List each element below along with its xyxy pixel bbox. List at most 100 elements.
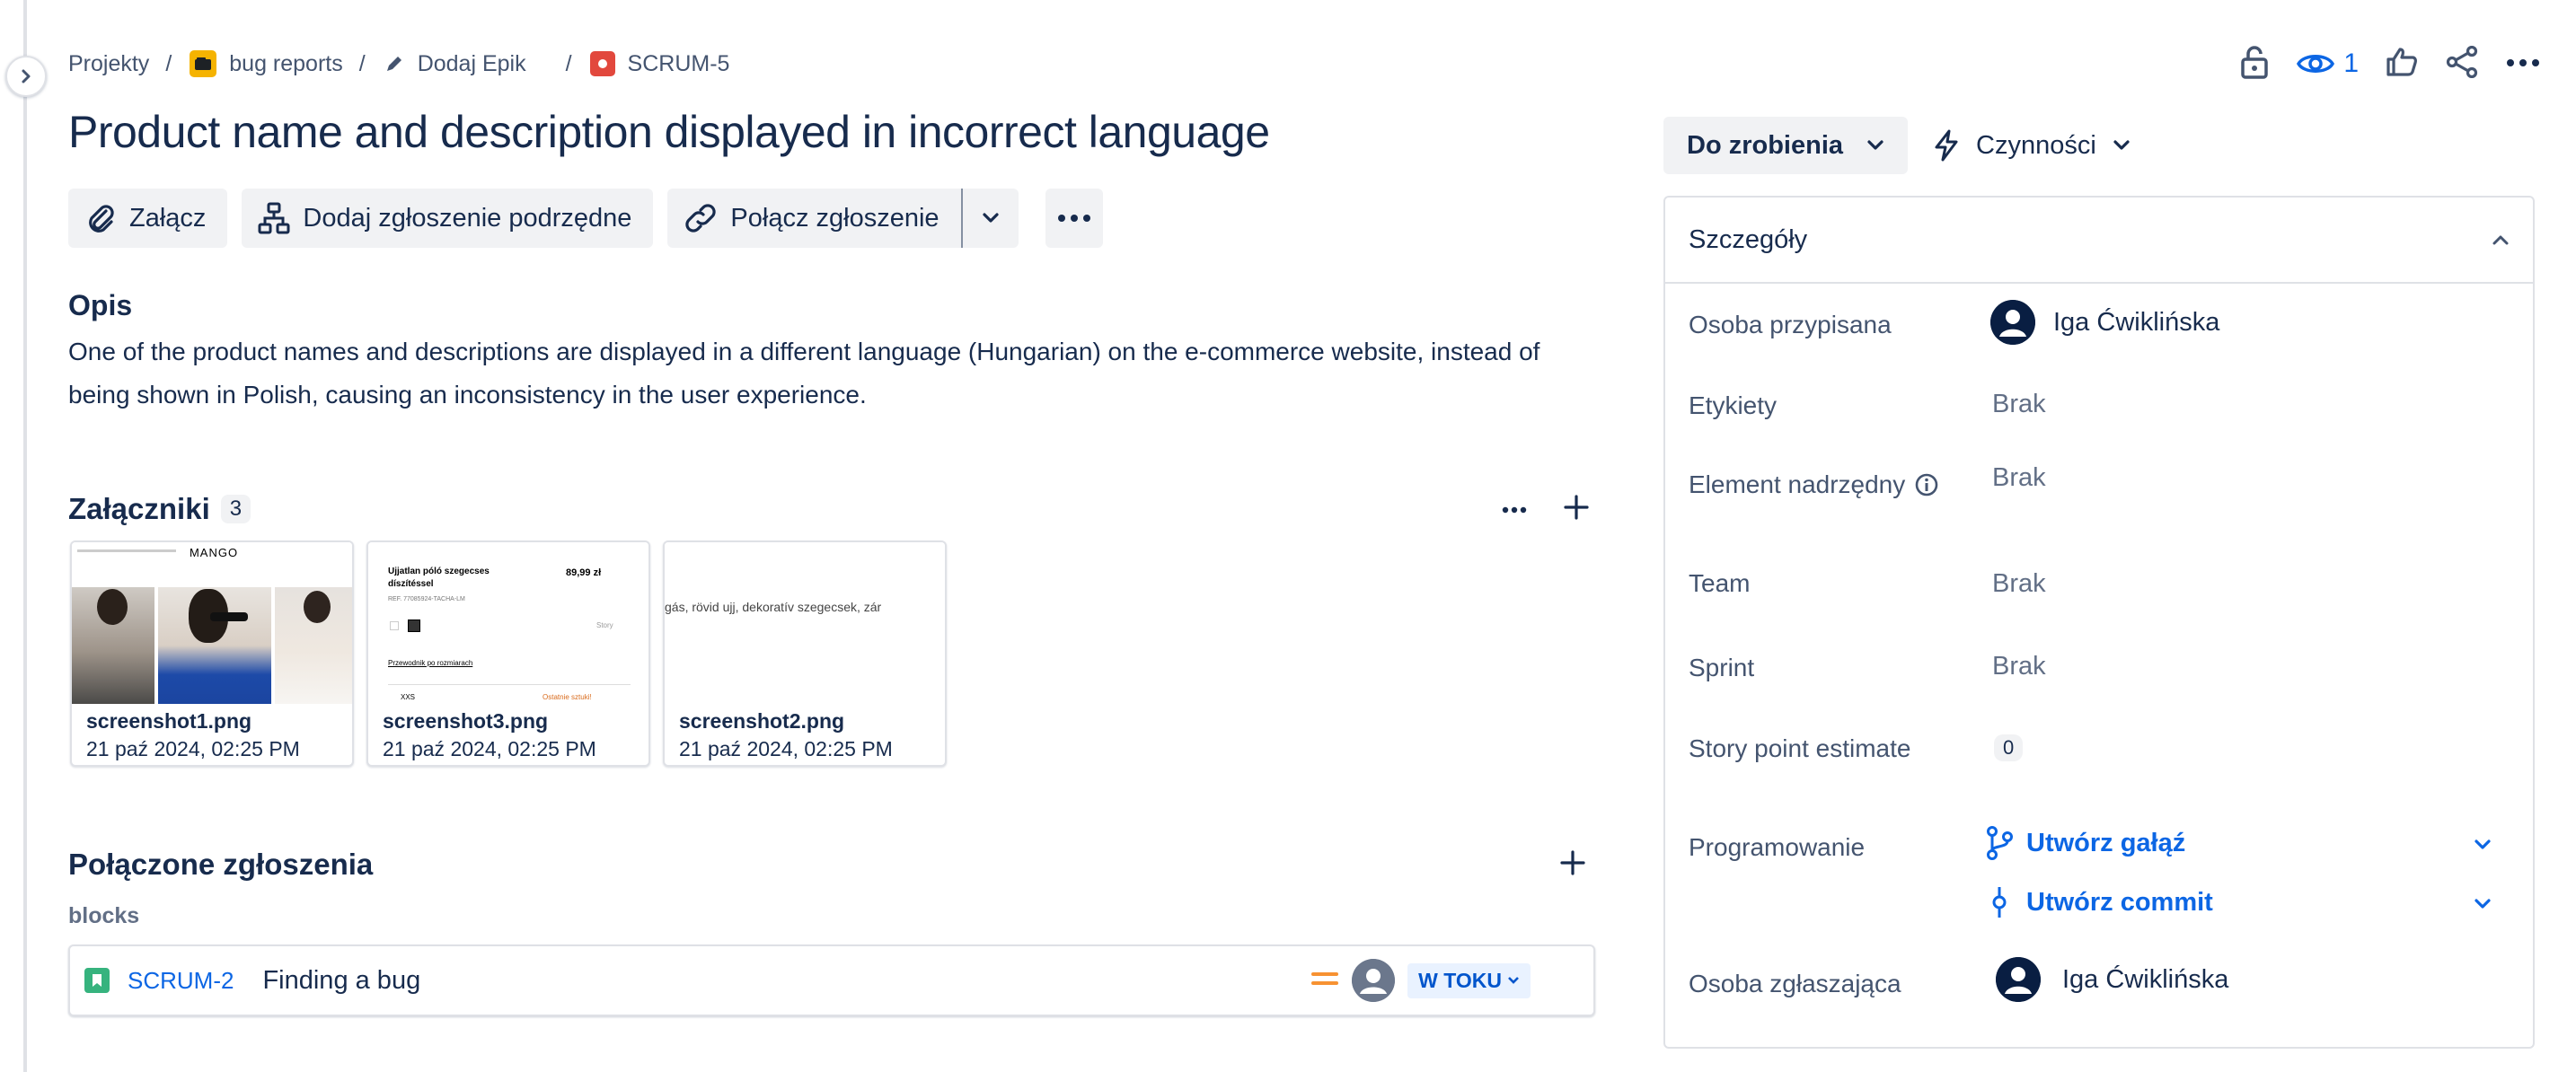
- story-icon: [84, 968, 110, 993]
- breadcrumb-project-label: bug reports: [229, 50, 343, 76]
- breadcrumb-separator: /: [165, 50, 172, 76]
- link-issue-group: Połącz zgłoszenie: [667, 189, 1019, 248]
- preview-size: XXS: [401, 693, 416, 701]
- preview-story: Story: [596, 621, 613, 629]
- add-attachment-icon[interactable]: [1563, 494, 1590, 525]
- breadcrumb-issue[interactable]: SCRUM-5: [589, 50, 730, 77]
- details-header[interactable]: Szczegóły: [1665, 198, 2533, 284]
- status-dropdown[interactable]: Do zrobienia: [1663, 117, 1909, 174]
- attachments-actions: [1502, 494, 1590, 525]
- watchers-count: 1: [2343, 48, 2359, 78]
- status-label: W TOKU: [1418, 968, 1502, 992]
- create-branch-link[interactable]: Utwórz gałąź: [1985, 826, 2185, 860]
- attachment-name: screenshot2.png: [679, 709, 845, 733]
- info-icon[interactable]: [1914, 472, 1939, 497]
- paperclip-icon: [89, 205, 114, 233]
- link-relation-label: blocks: [68, 903, 140, 928]
- create-commit-link[interactable]: Utwórz commit: [1985, 885, 2213, 919]
- lock-icon[interactable]: [2239, 45, 2270, 83]
- actions-dropdown[interactable]: Czynności: [1933, 117, 2130, 174]
- sprint-label: Sprint: [1689, 654, 1755, 681]
- team-value[interactable]: Brak: [1992, 569, 2046, 599]
- issue-title[interactable]: Product name and description displayed i…: [68, 106, 1270, 158]
- story-points-field[interactable]: 0: [1994, 734, 2024, 761]
- breadcrumb-add-epic[interactable]: Dodaj Epik: [384, 51, 526, 77]
- avatar: [1990, 300, 2035, 345]
- preview-ref: REF. 77085924-TACHA-LM: [388, 596, 465, 602]
- more-actions-button[interactable]: [1045, 189, 1103, 248]
- details-panel: Szczegóły Osoba przypisana Iga Ćwiklińsk…: [1663, 196, 2535, 1049]
- attachment-date: 21 paź 2024, 02:25 PM: [383, 737, 596, 760]
- attachment-preview: gás, rövid ujj, dekoratív szegecsek, zár: [665, 542, 945, 704]
- reporter-name: Iga Ćwiklińska: [2062, 964, 2229, 994]
- chevron-down-icon[interactable]: [2474, 898, 2492, 910]
- attachments-more-icon[interactable]: [1502, 502, 1527, 518]
- chevron-down-icon[interactable]: [2474, 839, 2492, 851]
- attachment-card[interactable]: Ujjatlan póló szegecses díszítéssel 89,9…: [366, 540, 650, 767]
- commit-icon: [1992, 887, 2007, 918]
- breadcrumb-project[interactable]: bug reports: [190, 50, 343, 77]
- share-icon[interactable]: [2445, 45, 2479, 83]
- preview-stock: Ostatnie sztuki!: [543, 693, 592, 701]
- attachment-card[interactable]: gás, rövid ujj, dekoratív szegecsek, zár…: [663, 540, 947, 767]
- avatar: [1996, 957, 2041, 1002]
- link-issue-dropdown[interactable]: [960, 189, 1019, 248]
- watch-button[interactable]: 1: [2297, 48, 2359, 79]
- breadcrumb-issue-key: SCRUM-5: [627, 50, 730, 76]
- attach-button[interactable]: Załącz: [68, 189, 228, 248]
- preview-size-guide: Przewodnik po rozmiarach: [388, 659, 473, 667]
- breadcrumb: Projekty / bug reports / Dodaj Epik / SC…: [68, 47, 729, 81]
- assignee-name: Iga Ćwiklińska: [2053, 307, 2220, 337]
- link-issue-button[interactable]: Połącz zgłoszenie: [667, 189, 961, 248]
- link-icon: [685, 204, 717, 233]
- add-child-issue-button[interactable]: Dodaj zgłoszenie podrzędne: [242, 189, 654, 248]
- create-branch-label: Utwórz gałąź: [2026, 828, 2186, 857]
- attachment-card[interactable]: MANGO screenshot1.png 21 paź 2024, 02:25…: [70, 540, 354, 767]
- labels-label: Etykiety: [1689, 391, 1778, 419]
- labels-value[interactable]: Brak: [1992, 390, 2046, 419]
- eye-icon: [2297, 55, 2335, 73]
- reporter-field[interactable]: Iga Ćwiklińska: [1996, 957, 2228, 1002]
- like-icon[interactable]: [2386, 47, 2418, 82]
- pencil-icon: [386, 57, 401, 71]
- left-rail: [0, 0, 27, 1072]
- link-issue-label: Połącz zgłoszenie: [730, 203, 940, 233]
- parent-value[interactable]: Brak: [1992, 463, 2046, 493]
- attachments-heading: Załączniki 3: [68, 492, 251, 526]
- linked-issue-status[interactable]: W TOKU: [1407, 962, 1531, 998]
- chevron-right-icon: [22, 69, 31, 83]
- lightning-icon: [1935, 129, 1958, 162]
- issue-toolbar: Załącz Dodaj zgłoszenie podrzędne Połącz…: [68, 189, 1103, 248]
- chevron-down-icon: [1508, 977, 1519, 984]
- breadcrumb-epic-label: Dodaj Epik: [417, 50, 526, 76]
- bug-icon: [589, 51, 615, 76]
- attach-label: Załącz: [129, 203, 207, 233]
- linked-issues-heading: Połączone zgłoszenia: [68, 848, 374, 881]
- chevron-up-icon[interactable]: [2492, 233, 2510, 246]
- assignee-label: Osoba przypisana: [1689, 311, 1892, 338]
- actions-dropdown-label: Czynności: [1976, 130, 2096, 160]
- breadcrumb-separator: /: [565, 50, 572, 76]
- chevron-down-icon: [982, 213, 999, 223]
- expand-sidebar-button[interactable]: [5, 56, 47, 97]
- breadcrumb-projects[interactable]: Projekty: [68, 51, 149, 77]
- description-heading: Opis: [68, 289, 133, 321]
- preview-price: 89,99 zł: [566, 567, 602, 578]
- preview-product-title: Ujjatlan póló szegecses díszítéssel: [388, 567, 490, 589]
- chevron-down-icon: [1867, 140, 1883, 150]
- add-linked-issue-icon[interactable]: [1559, 849, 1586, 881]
- attachment-preview: Ujjatlan póló szegecses díszítéssel 89,9…: [368, 542, 648, 704]
- project-icon: [190, 50, 217, 77]
- linked-issue-row[interactable]: SCRUM-2 Finding a bug W TOKU: [68, 945, 1595, 1016]
- attachment-date: 21 paź 2024, 02:25 PM: [86, 737, 300, 760]
- more-icon[interactable]: [2506, 56, 2540, 72]
- story-points-label: Story point estimate: [1689, 734, 1911, 762]
- assignee-field[interactable]: Iga Ćwiklińska: [1990, 300, 2219, 345]
- breadcrumb-separator: /: [358, 50, 366, 76]
- linked-issue-key[interactable]: SCRUM-2: [128, 967, 234, 995]
- sprint-value[interactable]: Brak: [1992, 652, 2046, 681]
- attachment-date: 21 paź 2024, 02:25 PM: [679, 737, 893, 760]
- linked-issue-meta: W TOKU: [1310, 959, 1531, 1002]
- linked-issue-summary[interactable]: Finding a bug: [262, 966, 420, 996]
- description-text[interactable]: One of the product names and description…: [68, 330, 1595, 417]
